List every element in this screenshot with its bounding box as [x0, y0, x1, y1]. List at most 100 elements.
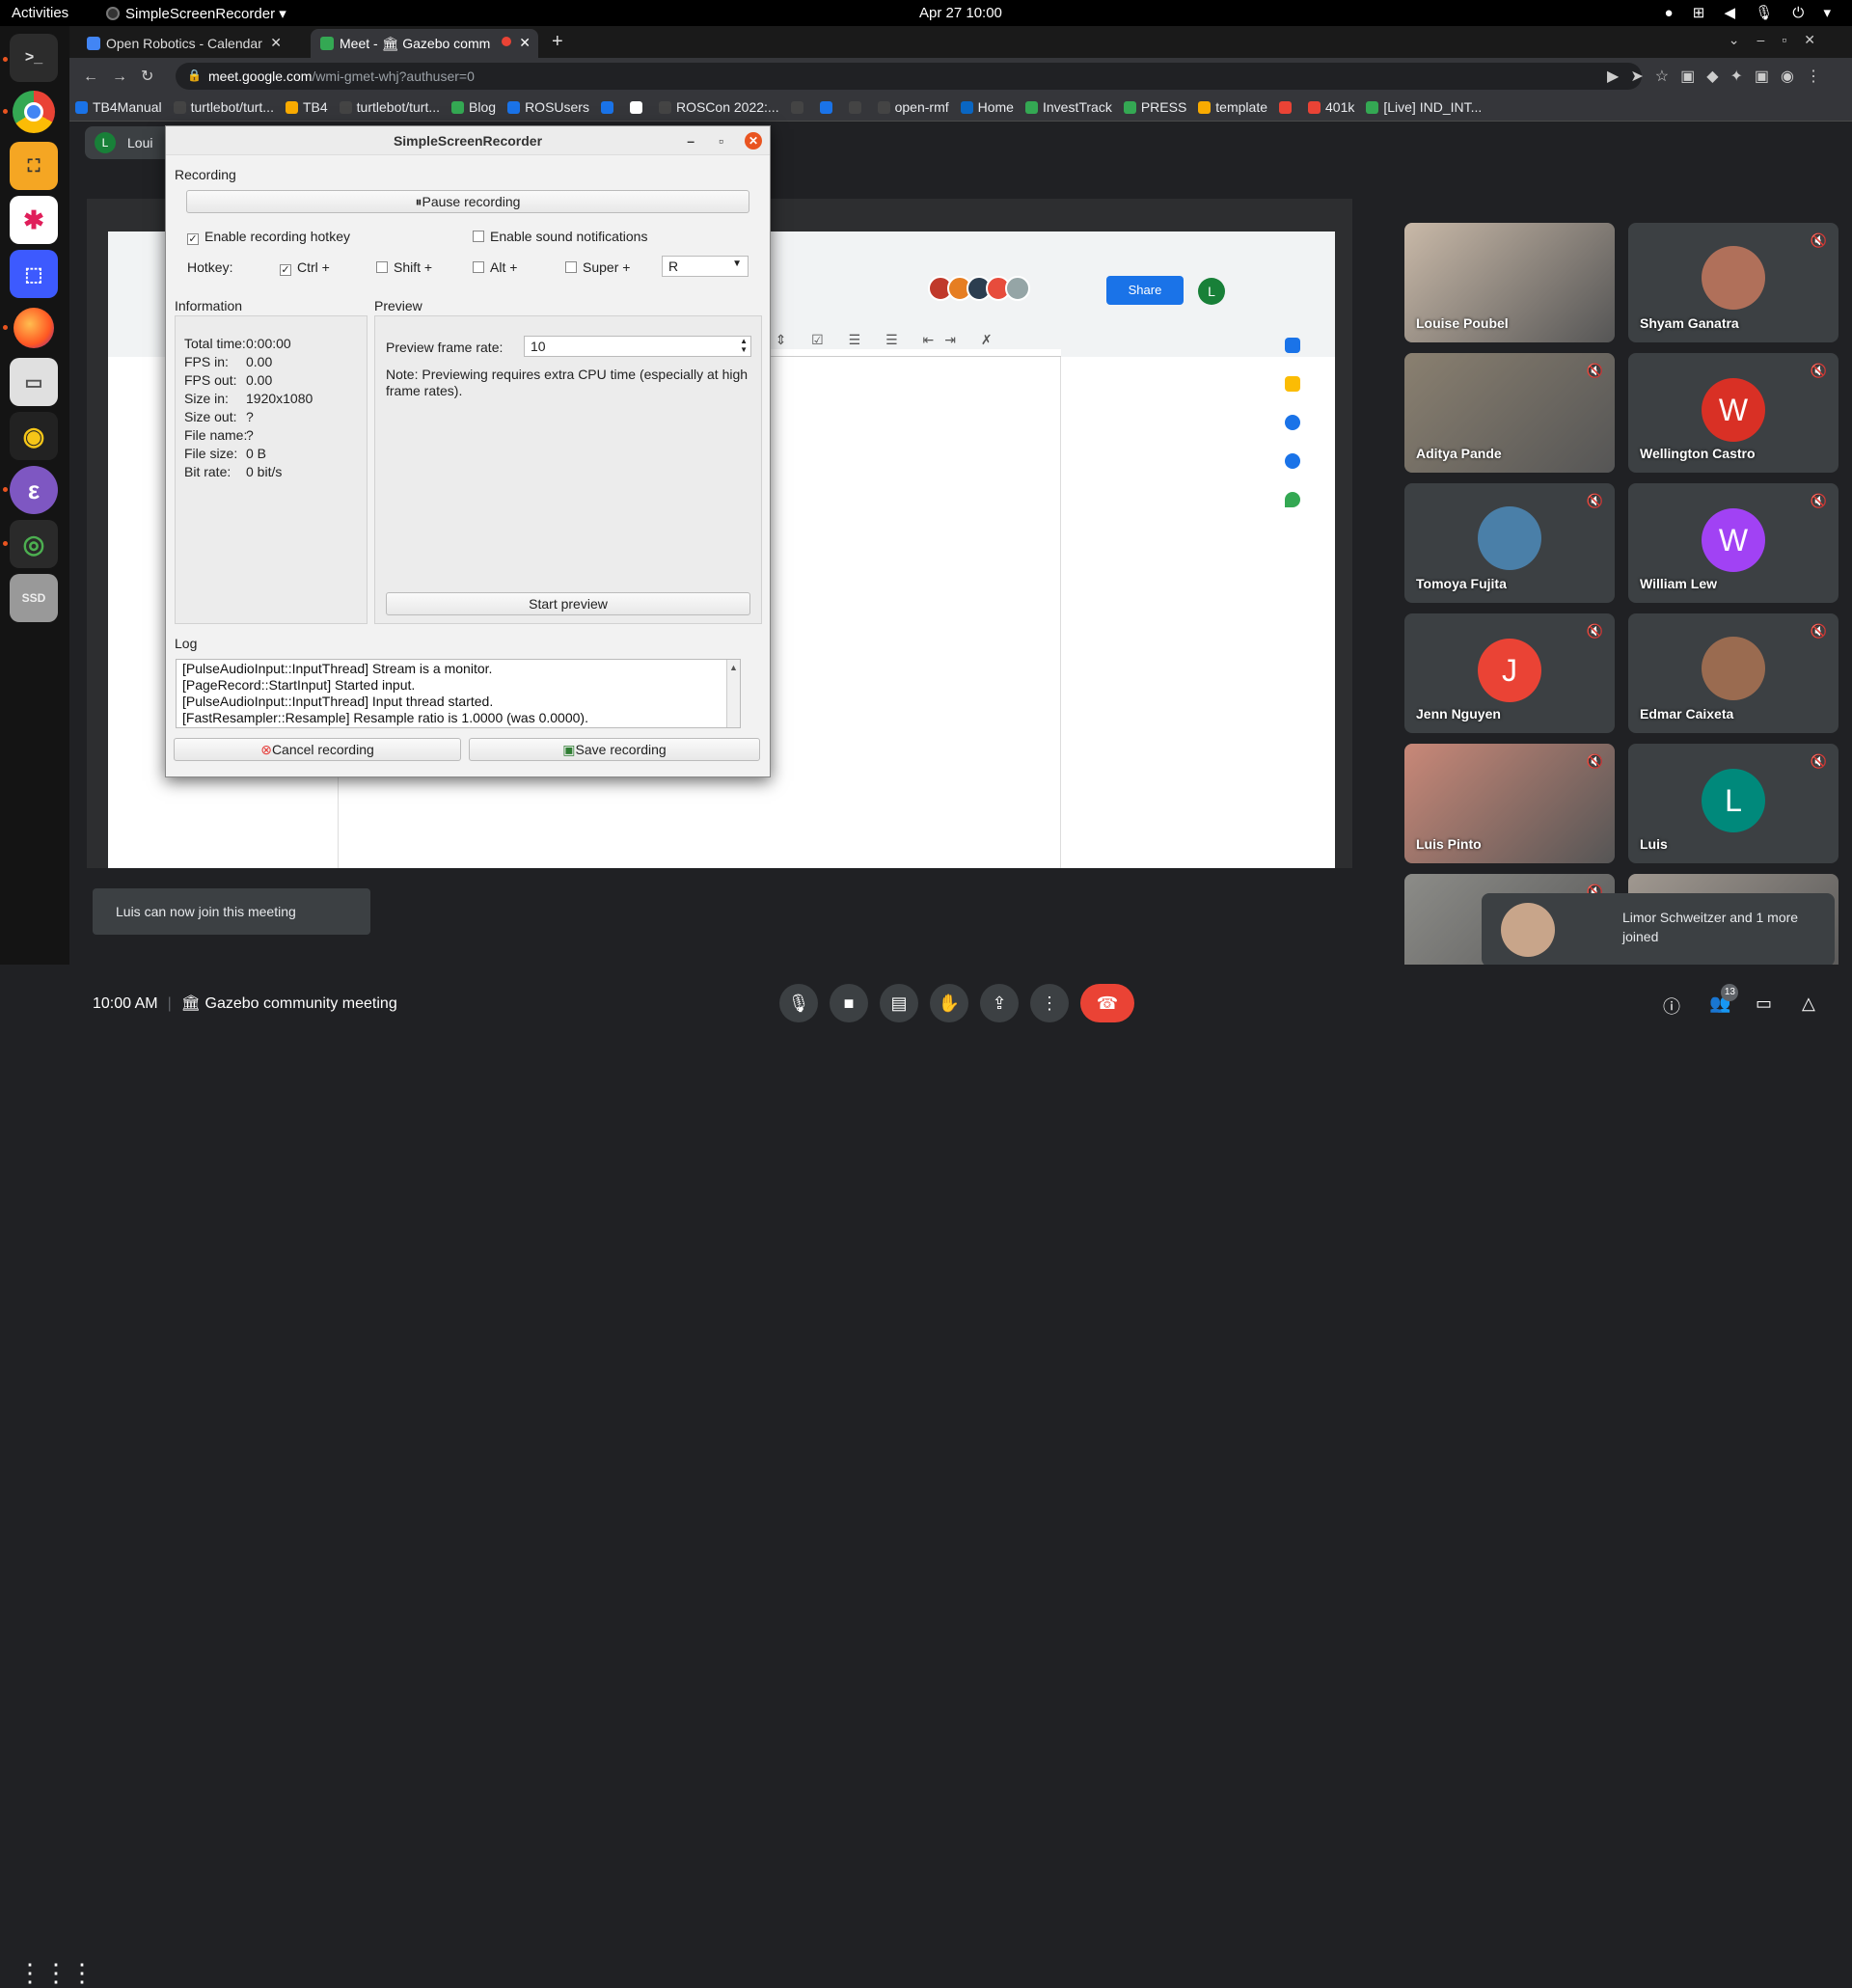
chrome-icon[interactable] — [10, 88, 58, 136]
share-button[interactable]: Share — [1106, 276, 1184, 305]
microphone-icon[interactable]: 🎙 — [779, 984, 818, 1022]
close-icon[interactable]: ✕ — [270, 35, 282, 51]
enable-sound-checkbox[interactable]: Enable sound notifications — [473, 229, 647, 244]
close-icon[interactable]: ✕ — [519, 35, 531, 51]
bookmark-item[interactable]: Home — [955, 95, 1020, 115]
bookmark-favicon-icon — [1198, 101, 1212, 114]
participant-tile[interactable]: W 🔇 Wellington Castro — [1628, 353, 1838, 473]
shift-checkbox[interactable]: Shift + — [376, 259, 432, 275]
bookmark-item[interactable]: PRESS — [1118, 95, 1192, 115]
participant-tile[interactable]: 🔇 Tomoya Fujita — [1404, 483, 1615, 603]
avatar[interactable]: L — [1198, 278, 1225, 305]
start-preview-button[interactable]: Start preview — [386, 592, 750, 615]
camera-icon[interactable]: ■ — [830, 984, 868, 1022]
participant-tile[interactable]: 🔇 Luis Pinto — [1404, 744, 1615, 863]
bookmark-favicon-icon — [1279, 101, 1292, 114]
toolbar-actions[interactable]: ▶➤☆▣◆✦▣◉⋮ — [1607, 67, 1833, 86]
preview-rate-spinbox[interactable]: 10 ▲ ▼ — [524, 336, 751, 357]
bookmark-item[interactable] — [814, 95, 843, 115]
captions-icon[interactable]: ▤ — [880, 984, 918, 1022]
bookmark-item[interactable]: open-rmf — [872, 95, 955, 115]
doc-side-panel — [1277, 231, 1316, 868]
nav-buttons[interactable]: ←→↻ — [83, 67, 167, 86]
mic-muted-icon: 🔇 — [1586, 753, 1603, 769]
bookmark-item[interactable] — [785, 95, 814, 115]
terminal-icon[interactable]: >_ — [10, 34, 58, 82]
url-field[interactable]: 🔒 meet.google.com/wmi-gmet-whj?authuser=0 — [176, 63, 1642, 90]
bookmark-item[interactable] — [843, 95, 872, 115]
firefox-icon[interactable] — [10, 304, 58, 352]
bookmark-item[interactable] — [624, 95, 653, 115]
participant-tile[interactable]: 🔇 Edmar Caixeta — [1628, 613, 1838, 733]
leave-call-button[interactable]: ☎ — [1080, 984, 1134, 1022]
tab-calendar[interactable]: Open Robotics - Calendar ✕ — [77, 29, 289, 58]
bookmark-item[interactable]: TB4 — [280, 95, 334, 115]
cancel-recording-button[interactable]: ⊗Cancel recording — [174, 738, 461, 761]
present-icon[interactable]: ⇪ — [980, 984, 1019, 1022]
participant-tile[interactable]: 🔇 Shyam Ganatra — [1628, 223, 1838, 342]
close-icon[interactable]: ✕ — [745, 132, 762, 150]
bookmark-item[interactable]: ROSUsers — [502, 95, 595, 115]
app-menu[interactable]: SimpleScreenRecorder ▾ — [106, 5, 286, 22]
tab-meet[interactable]: Meet - 🏛 Gazebo comm ✕ — [311, 29, 538, 58]
bookmark-favicon-icon — [1366, 101, 1379, 114]
activities-icon[interactable]: △ — [1802, 994, 1815, 1014]
clock[interactable]: Apr 27 10:00 — [919, 5, 1002, 21]
pause-recording-button[interactable]: ⏸Pause recording — [186, 190, 749, 213]
avatar — [1478, 506, 1541, 570]
selection-icon[interactable]: ⬚ — [10, 250, 58, 298]
mic-muted-icon: 🔇 — [1586, 493, 1603, 508]
participant-tile[interactable]: L 🔇 Luis — [1628, 744, 1838, 863]
participant-tile[interactable]: Louise Poubel — [1404, 223, 1615, 342]
bookmark-item[interactable]: TB4Manual — [69, 95, 168, 115]
participant-name: Luis Pinto — [1416, 836, 1482, 852]
bookmark-item[interactable]: turtlebot/turt... — [168, 95, 280, 115]
new-tab-button[interactable]: + — [552, 31, 563, 53]
scrollbar[interactable]: ▲▼ — [726, 660, 740, 727]
show-apps-icon[interactable]: ⋮⋮⋮ — [17, 1958, 95, 1988]
hotkey-key-select[interactable]: R ▼ — [662, 256, 749, 277]
activities-button[interactable]: Activities — [12, 5, 68, 21]
participant-tile[interactable]: W 🔇 William Lew — [1628, 483, 1838, 603]
info-icon[interactable]: ⓘ — [1663, 994, 1680, 1019]
rhythmbox-icon[interactable]: ◉ — [10, 412, 58, 460]
shift-label: Shift + — [394, 259, 433, 275]
save-recording-button[interactable]: ▣Save recording — [469, 738, 760, 761]
bookmark-item[interactable] — [1273, 95, 1302, 115]
people-icon[interactable]: 👥 13 — [1709, 984, 1739, 1014]
enable-sound-label: Enable sound notifications — [490, 229, 648, 244]
bookmark-item[interactable]: turtlebot/turt... — [334, 95, 446, 115]
bookmark-item[interactable]: template — [1192, 95, 1273, 115]
ssr-icon[interactable]: ◎ — [10, 520, 58, 568]
chat-icon[interactable]: ▭ — [1756, 994, 1772, 1014]
emacs-icon[interactable]: ε — [10, 466, 58, 514]
window-controls[interactable]: ⌄–▫✕ — [1729, 32, 1833, 48]
system-tray[interactable]: ● ⊞ ◀ 🎙 ⏻ ▾ — [1665, 4, 1838, 21]
enable-hotkey-checkbox[interactable]: ✓ Enable recording hotkey — [187, 229, 350, 245]
bookmark-item[interactable]: 401k — [1302, 95, 1360, 115]
maximize-icon[interactable]: ▫ — [719, 126, 723, 155]
minimize-icon[interactable]: – — [687, 126, 694, 155]
participant-tile[interactable]: 🔇 Aditya Pande — [1404, 353, 1615, 473]
bookmark-item[interactable]: InvestTrack — [1020, 95, 1118, 115]
spinner-arrows-icon[interactable]: ▲ ▼ — [740, 337, 748, 354]
bookmark-item[interactable] — [595, 95, 624, 115]
raise-hand-icon[interactable]: ✋ — [930, 984, 968, 1022]
ctrl-checkbox[interactable]: ✓ Ctrl + — [280, 259, 330, 276]
bookmark-favicon-icon — [1308, 101, 1321, 114]
slack-icon[interactable]: ✱ — [10, 196, 58, 244]
participant-tile[interactable]: J 🔇 Jenn Nguyen — [1404, 613, 1615, 733]
log-box[interactable]: [PulseAudioInput::InputThread] Stream is… — [176, 659, 741, 728]
section-information: Information — [175, 298, 243, 313]
files-icon[interactable]: ▭ — [10, 358, 58, 406]
more-options-icon[interactable]: ⋮ — [1030, 984, 1069, 1022]
screenshot-icon[interactable]: ⛶ — [10, 142, 58, 190]
super-checkbox[interactable]: Super + — [565, 259, 630, 275]
meeting-info: 10:00 AM | 🏛 Gazebo community meeting — [93, 995, 397, 1012]
avatar: W — [1702, 378, 1765, 442]
bookmark-item[interactable]: ROSCon 2022:... — [653, 95, 785, 115]
bookmark-item[interactable]: Blog — [446, 95, 502, 115]
ssd-icon[interactable]: SSD — [10, 574, 58, 622]
alt-checkbox[interactable]: Alt + — [473, 259, 517, 275]
bookmark-item[interactable]: [Live] IND_INT... — [1360, 95, 1487, 115]
